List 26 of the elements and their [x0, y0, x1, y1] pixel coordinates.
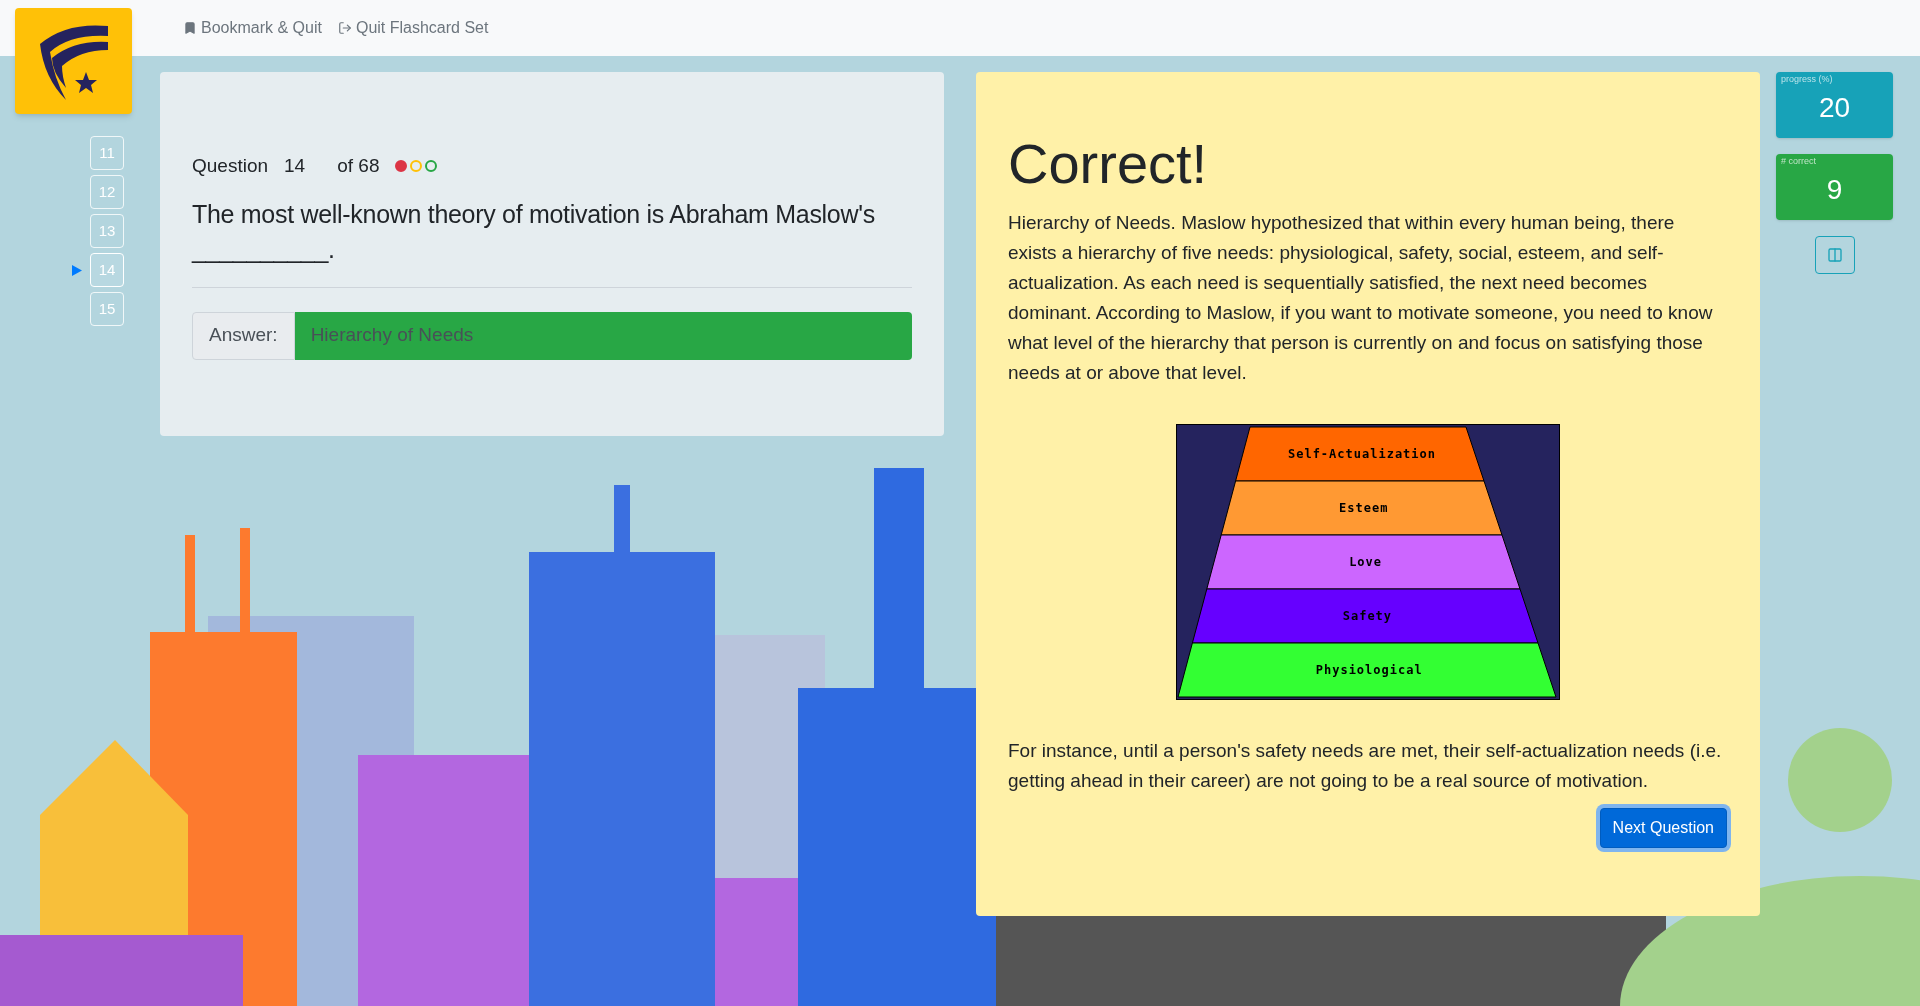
stat-label: # correct	[1781, 155, 1816, 168]
question-number-button[interactable]: 15	[90, 292, 124, 326]
stat-value: 20	[1817, 91, 1852, 125]
hierarchy-pyramid-drawing: Self-Actualization Esteem Love Safety Physiological	[1176, 424, 1560, 700]
example-text: For instance, until a person's safety needs are met, their self-actualization needs (i.e. getting ahead in their career) are not going to be a real source of motivation.	[1008, 739, 1723, 793]
question-label: Question	[192, 154, 269, 178]
question-number: 14	[284, 154, 306, 178]
logo[interactable]	[15, 8, 132, 114]
question-number-button[interactable]: 13	[90, 214, 124, 248]
question-number-button[interactable]: 11	[90, 136, 124, 170]
question-number-button[interactable]: 14	[90, 253, 124, 287]
bookmark-quit-link[interactable]: Bookmark & Quit	[183, 16, 322, 40]
answer-field[interactable]: Hierarchy of Needs	[294, 311, 912, 360]
exit-icon	[337, 21, 352, 35]
stat-label: progress (%)	[1781, 73, 1833, 86]
quit-link[interactable]: Quit Flashcard Set	[337, 16, 489, 40]
question-number-button[interactable]: 12	[90, 175, 124, 209]
answer-label: Answer:	[192, 311, 295, 360]
feedback-title: Correct!	[1008, 132, 1209, 196]
stat-value: 9	[1825, 173, 1844, 207]
question-total: of 68	[337, 154, 380, 178]
layout-toggle-button[interactable]	[1814, 236, 1855, 274]
columns-icon	[1826, 247, 1843, 263]
question-text: The most well-known theory of motivation is Abraham Maslow's __________.	[192, 198, 876, 265]
explanation-text: Hierarchy of Needs. Maslow hypothesized that within every human being, there exists a hierarchy of five needs: physiological, safety, social, esteem, and self-actualization. As each need is sequentially satisfied, the next need becomes dominant. According to Maslow, if you want to motivate someone, you need to know what level of the hierarchy that person is currently on and focus on satisfying those needs at or above that level.	[1008, 211, 1714, 385]
bookmark-icon	[183, 21, 197, 35]
